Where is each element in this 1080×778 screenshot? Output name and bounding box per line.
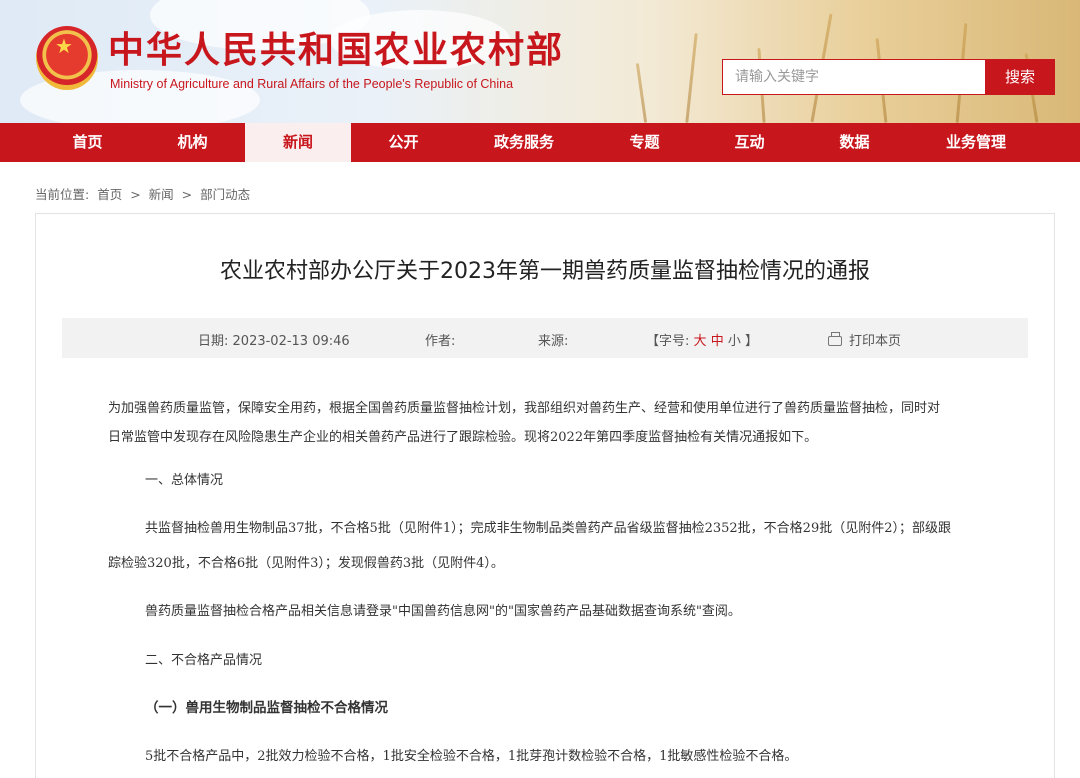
section-heading-overview: 一、总体情况 [145, 473, 224, 488]
nav-item-business-management[interactable]: 业务管理 [917, 123, 1035, 162]
nav-item-organization[interactable]: 机构 [140, 123, 245, 162]
subsection-heading-biologics: （一）兽用生物制品监督抽检不合格情况 [145, 700, 388, 716]
font-size-small-button[interactable]: 小 [728, 334, 741, 349]
meta-date-label: 日期: [198, 334, 229, 349]
breadcrumb-separator: > [130, 187, 141, 202]
breadcrumb-label: 当前位置: [35, 187, 90, 202]
meta-date-value: 2023-02-13 09:46 [232, 334, 350, 349]
breadcrumb-news[interactable]: 新闻 [149, 187, 174, 202]
printer-icon [828, 332, 842, 346]
font-size-large-button[interactable]: 大 [694, 334, 707, 349]
meta-source: 来源: [538, 330, 568, 349]
paragraph-overview-line-2: 踪检验320批，不合格6批（见附件3）；发现假兽药3批（见附件4）。 [108, 556, 504, 571]
paragraph-qualified-products: 兽药质量监督抽检合格产品相关信息请登录"中国兽药信息网"的"国家兽药产品基础数据… [145, 604, 741, 619]
breadcrumb: 当前位置: 首页 > 新闻 > 部门动态 [35, 184, 254, 203]
font-size-selector: 【字号: 大 中 小 】 [646, 330, 758, 349]
search-input[interactable]: 请输入关键字 [722, 59, 986, 95]
paragraph-intro-line-2: 日常监管中发现存在风险隐患生产企业的相关兽药产品进行了跟踪检验。现将2022年第… [108, 430, 818, 445]
meta-author: 作者: [425, 330, 455, 349]
paragraph-biologics-summary: 5批不合格产品中，2批效力检验不合格，1批安全检验不合格，1批芽孢计数检验不合格… [145, 749, 798, 764]
print-page-button[interactable]: 打印本页 [828, 330, 901, 349]
meta-source-label: 来源: [538, 334, 569, 349]
breadcrumb-separator: > [181, 187, 193, 202]
main-nav: 首页 机构 新闻 公开 政务服务 专题 互动 数据 业务管理 [0, 123, 1080, 162]
section-heading-nonconforming: 二、不合格产品情况 [145, 653, 263, 668]
emblem-star-icon: ★ [55, 34, 73, 58]
nav-item-news[interactable]: 新闻 [245, 123, 351, 162]
paragraph-intro-line-1: 为加强兽药质量监管，保障安全用药，根据全国兽药质量监督抽检计划，我部组织对兽药生… [108, 401, 941, 416]
nav-item-topics[interactable]: 专题 [592, 123, 697, 162]
paragraph-overview-line-1: 共监督抽检兽用生物制品37批，不合格5批（见附件1）；完成非生物制品类兽药产品省… [145, 521, 951, 536]
meta-author-label: 作者: [425, 334, 456, 349]
search-button[interactable]: 搜索 [985, 59, 1055, 95]
font-size-medium-button[interactable]: 中 [711, 334, 724, 349]
site-subtitle: Ministry of Agriculture and Rural Affair… [110, 77, 514, 91]
print-page-label: 打印本页 [849, 334, 902, 349]
font-size-open: 【字号: [646, 334, 690, 349]
meta-date: 日期: 2023-02-13 09:46 [198, 330, 350, 349]
breadcrumb-department-news[interactable]: 部门动态 [200, 187, 250, 202]
nav-item-government-services[interactable]: 政务服务 [466, 123, 582, 162]
article-title: 农业农村部办公厅关于2023年第一期兽药质量监督抽检情况的通报 [220, 259, 870, 284]
nav-item-data[interactable]: 数据 [802, 123, 907, 162]
site-title[interactable]: 中华人民共和国农业农村部 [108, 30, 564, 70]
breadcrumb-home[interactable]: 首页 [97, 187, 122, 202]
nav-item-home[interactable]: 首页 [35, 123, 140, 162]
font-size-close: 】 [745, 334, 759, 349]
nav-item-interaction[interactable]: 互动 [697, 123, 802, 162]
nav-item-public[interactable]: 公开 [351, 123, 456, 162]
